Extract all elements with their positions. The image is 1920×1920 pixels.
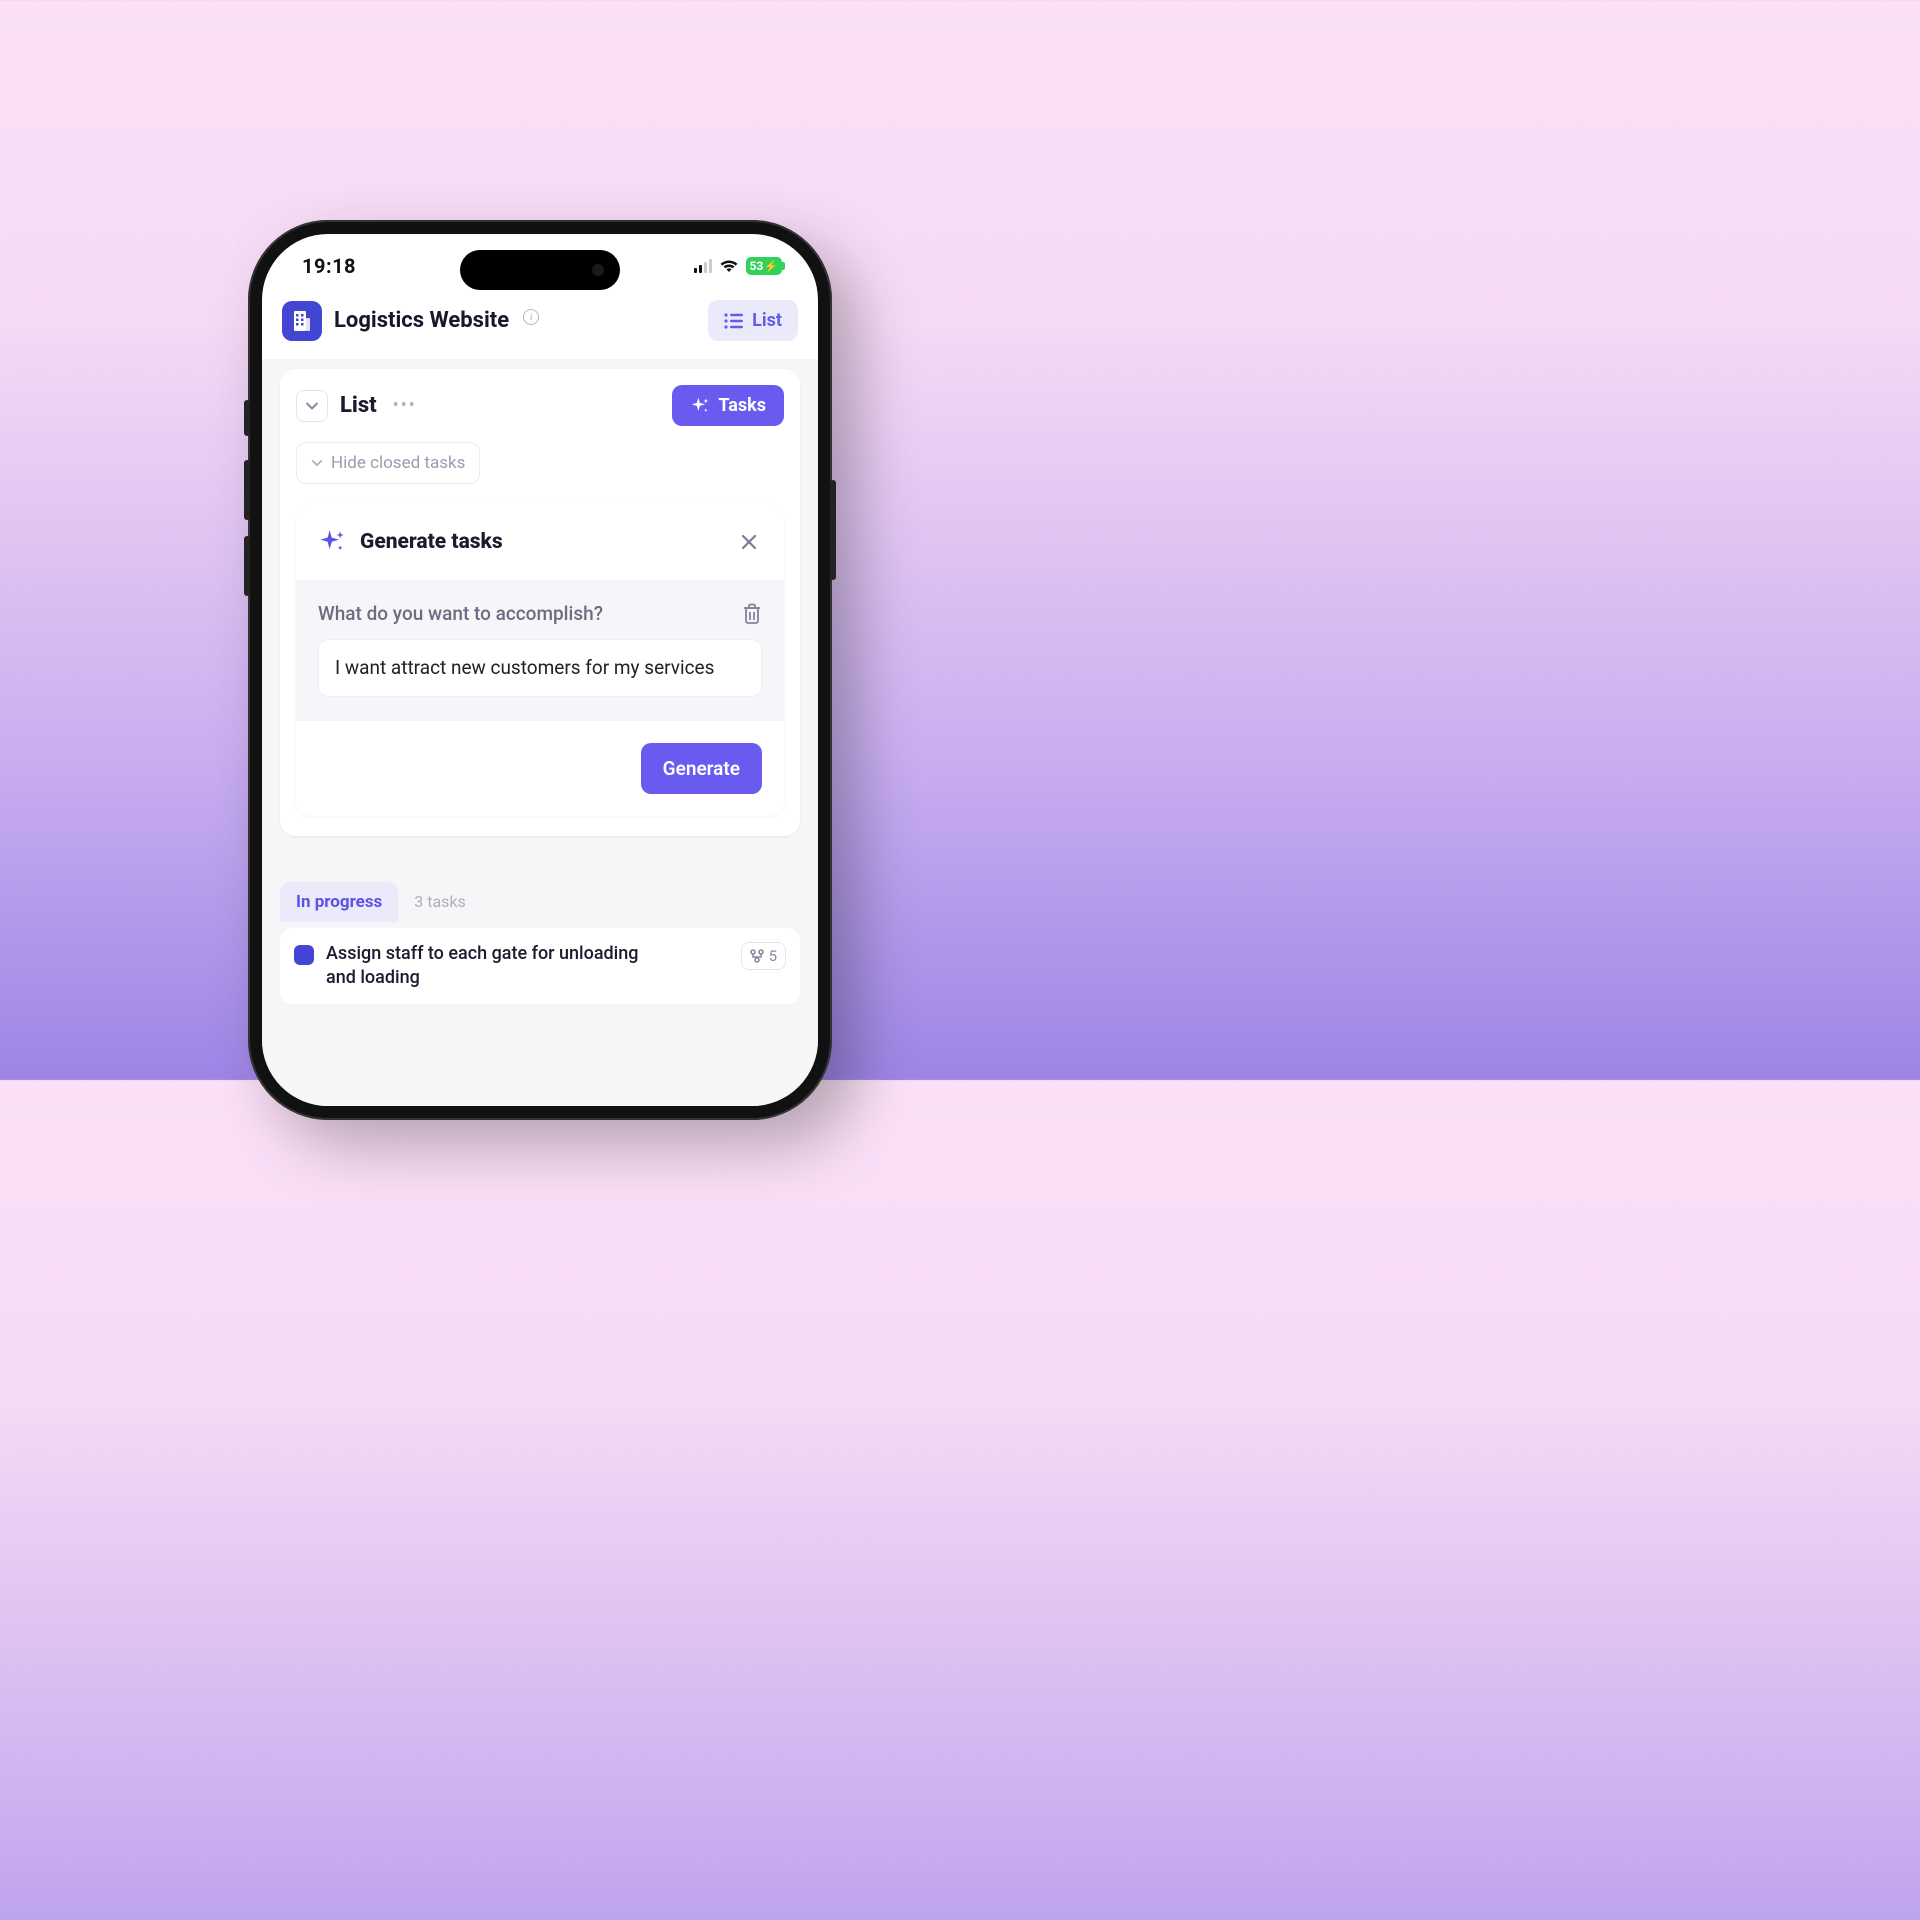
subtask-icon bbox=[750, 949, 764, 963]
chevron-down-icon bbox=[311, 457, 323, 469]
view-list-button[interactable]: List bbox=[708, 300, 798, 341]
dynamic-island bbox=[460, 250, 620, 290]
collapse-button[interactable] bbox=[296, 390, 328, 422]
subtask-number: 5 bbox=[769, 947, 777, 965]
view-list-label: List bbox=[752, 310, 782, 331]
list-card-header: List ••• Tasks bbox=[296, 385, 784, 426]
tasks-button-label: Tasks bbox=[718, 395, 766, 416]
wifi-icon bbox=[719, 259, 739, 273]
cellular-icon bbox=[694, 259, 712, 273]
list-card: List ••• Tasks Hide cl bbox=[280, 369, 800, 836]
chevron-down-icon bbox=[305, 399, 319, 413]
tasks-button[interactable]: Tasks bbox=[672, 385, 784, 426]
project-icon[interactable] bbox=[282, 301, 322, 341]
task-status-checkbox[interactable] bbox=[294, 945, 314, 965]
content-area: List ••• Tasks Hide cl bbox=[262, 359, 818, 1106]
battery-percent: 53 bbox=[750, 259, 764, 273]
task-title: Assign staff to each gate for unloading … bbox=[326, 942, 646, 991]
power-button bbox=[830, 480, 836, 580]
section-in-progress: In progress 3 tasks Assign staff to each… bbox=[280, 882, 800, 1005]
hide-closed-toggle[interactable]: Hide closed tasks bbox=[296, 442, 480, 484]
generate-header: Generate tasks bbox=[296, 504, 784, 580]
close-icon bbox=[740, 533, 758, 551]
list-title: List bbox=[340, 393, 377, 418]
close-button[interactable] bbox=[736, 529, 762, 555]
generate-footer: Generate bbox=[296, 721, 784, 816]
generate-tasks-card: Generate tasks What do you want to accom… bbox=[296, 504, 784, 816]
generate-question-row: What do you want to accomplish? bbox=[318, 602, 762, 625]
generate-question-label: What do you want to accomplish? bbox=[318, 602, 603, 625]
status-time: 19:18 bbox=[302, 254, 356, 278]
side-button bbox=[244, 400, 250, 436]
section-tabs: In progress 3 tasks bbox=[280, 882, 800, 922]
project-title: Logistics Website bbox=[334, 308, 509, 333]
trash-icon bbox=[742, 603, 762, 625]
app-header: Logistics Website i List bbox=[262, 286, 818, 359]
sparkle-icon bbox=[690, 396, 710, 416]
tab-in-progress[interactable]: In progress bbox=[280, 882, 398, 922]
volume-down bbox=[244, 536, 250, 596]
more-icon[interactable]: ••• bbox=[393, 395, 417, 416]
prompt-input[interactable]: I want attract new customers for my serv… bbox=[318, 639, 762, 697]
generate-body: What do you want to accomplish? I w bbox=[296, 580, 784, 721]
charging-icon: ⚡ bbox=[764, 260, 778, 273]
status-icons: 53⚡ bbox=[694, 257, 782, 275]
task-count-label: 3 tasks bbox=[414, 892, 466, 911]
info-icon[interactable]: i bbox=[523, 309, 539, 325]
volume-up bbox=[244, 460, 250, 520]
generate-title: Generate tasks bbox=[360, 530, 503, 554]
list-icon bbox=[724, 313, 744, 329]
task-row[interactable]: Assign staff to each gate for unloading … bbox=[280, 928, 800, 1005]
sparkle-icon bbox=[318, 528, 346, 556]
hide-closed-label: Hide closed tasks bbox=[331, 453, 465, 473]
screen: 19:18 53⚡ bbox=[262, 234, 818, 1106]
delete-button[interactable] bbox=[742, 603, 762, 625]
battery-indicator: 53⚡ bbox=[746, 257, 782, 275]
generate-button[interactable]: Generate bbox=[641, 743, 762, 794]
phone-frame: 19:18 53⚡ bbox=[248, 220, 832, 1120]
subtask-count[interactable]: 5 bbox=[741, 942, 786, 970]
